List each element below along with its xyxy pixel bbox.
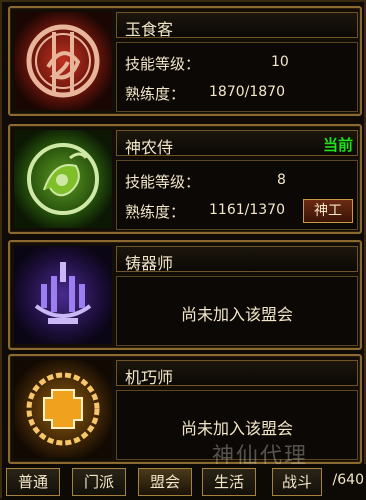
shennongshi-emblem-icon (14, 130, 112, 228)
profession-name: 机巧师 (125, 368, 174, 387)
shengong-button[interactable]: 神工 (303, 199, 353, 223)
proficiency-value: 1161/1370 (209, 202, 285, 218)
jiqiaoshi-emblem-icon (14, 360, 112, 458)
profession-name: 神农侍 (125, 138, 174, 157)
profession-card-jiqiaoshi[interactable]: 机巧师 尚未加入该盟会 (8, 354, 362, 464)
skill-level-value: 10 (271, 54, 289, 70)
title-bar: 玉食客 (116, 12, 358, 39)
tab-life[interactable]: 生活 (202, 468, 256, 496)
profession-card-shennongshi[interactable]: 神农侍 当前 技能等级： 8 熟练度： 1161/1370 神工 (8, 124, 362, 234)
tab-sect[interactable]: 门派 (72, 468, 126, 496)
tab-combat[interactable]: 战斗 (272, 468, 322, 496)
zhuqishi-emblem-icon (14, 246, 112, 344)
title-bar: 神农侍 当前 (116, 130, 358, 157)
yushike-emblem-icon (14, 12, 112, 110)
profession-panel: 玉食客 技能等级： 10 熟练度： 1870/1870 神农侍 当前 技能等级：… (0, 0, 366, 500)
profession-name: 玉食客 (125, 20, 174, 39)
not-joined-text: 尚未加入该盟会 (180, 419, 293, 438)
proficiency-label: 熟练度： (125, 203, 186, 221)
current-status-badge: 当前 (322, 136, 353, 154)
chat-tabs: 普通 门派 盟会 生活 战斗 /640 (2, 464, 366, 500)
proficiency-value: 1870/1870 (209, 84, 285, 100)
profession-info: 技能等级： 8 熟练度： 1161/1370 神工 (116, 160, 358, 230)
skill-level-value: 8 (277, 172, 286, 188)
title-bar: 铸器师 (116, 246, 358, 273)
not-joined-text: 尚未加入该盟会 (180, 305, 293, 324)
profession-name: 铸器师 (125, 254, 174, 273)
profession-card-zhuqishi[interactable]: 铸器师 尚未加入该盟会 (8, 240, 362, 350)
page-count: /640 (332, 472, 364, 488)
tab-guild[interactable]: 盟会 (138, 468, 192, 496)
profession-info: 尚未加入该盟会 (116, 276, 358, 346)
title-bar: 机巧师 (116, 360, 358, 387)
profession-info: 技能等级： 10 熟练度： 1870/1870 (116, 42, 358, 112)
profession-card-yushike[interactable]: 玉食客 技能等级： 10 熟练度： 1870/1870 (8, 6, 362, 116)
skill-level-label: 技能等级： (125, 173, 201, 191)
skill-level-label: 技能等级： (125, 55, 201, 73)
proficiency-label: 熟练度： (125, 85, 186, 103)
tab-general[interactable]: 普通 (6, 468, 60, 496)
